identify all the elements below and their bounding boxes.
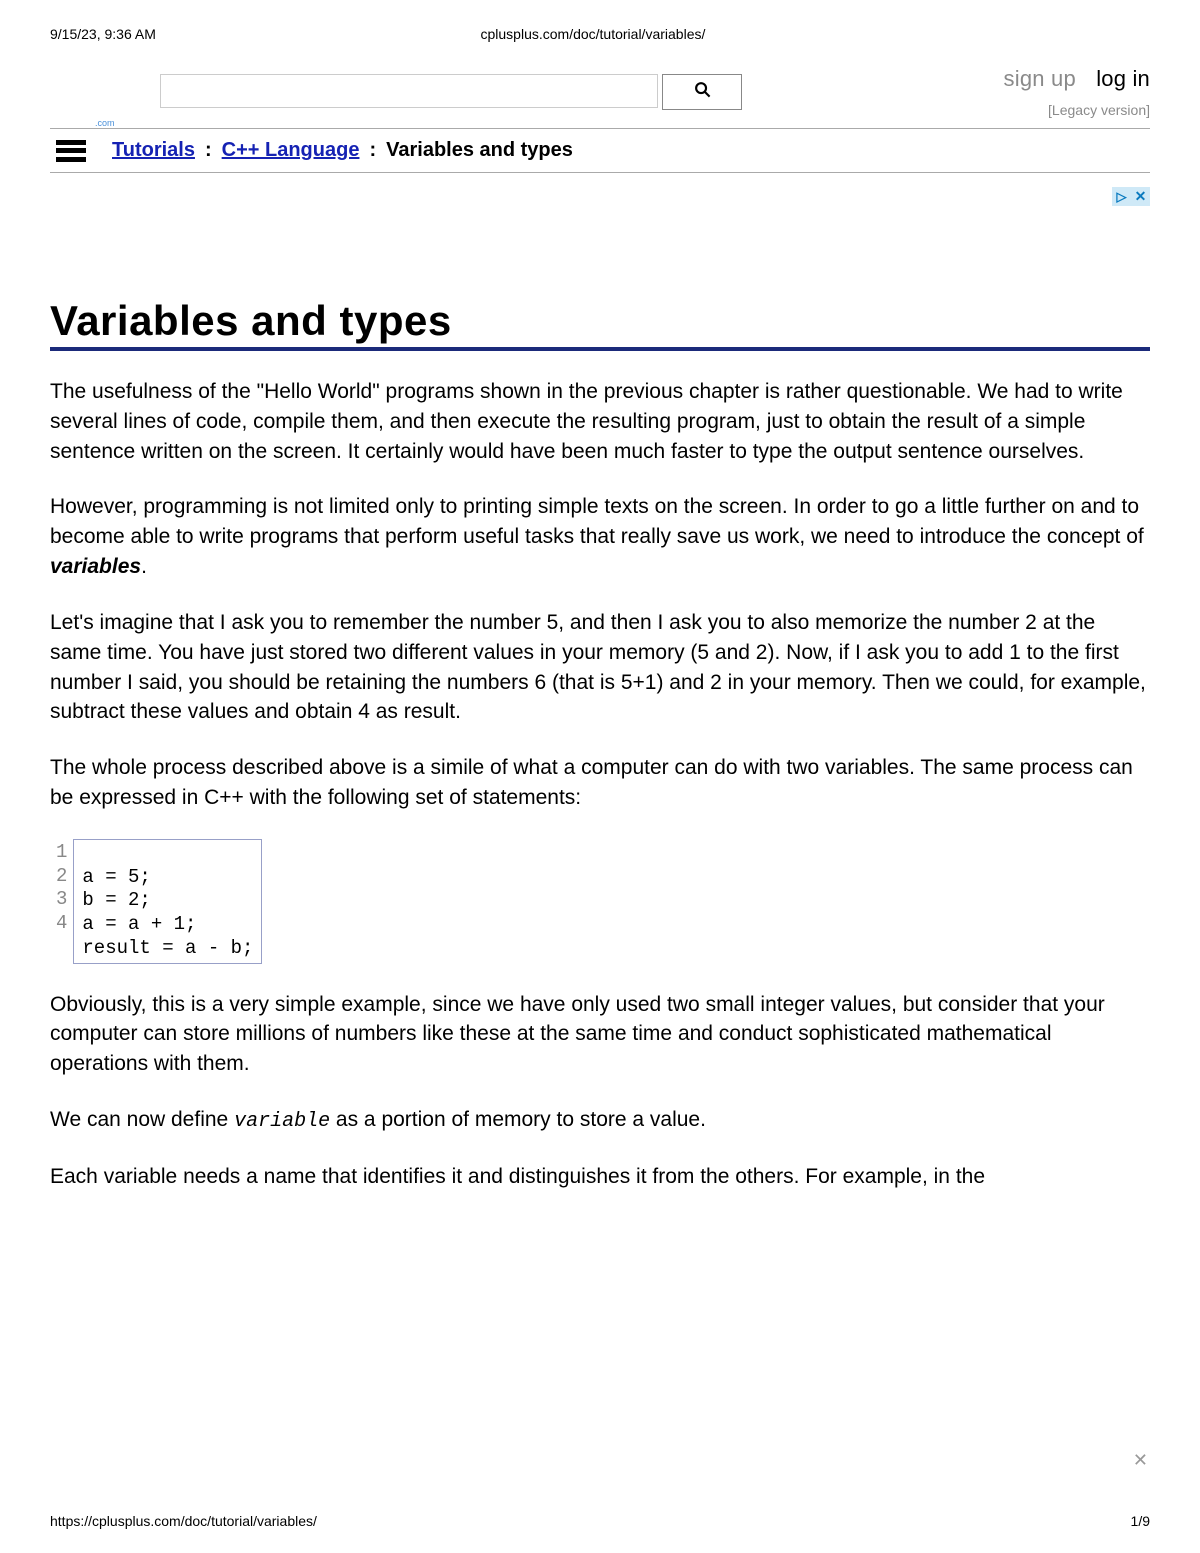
breadcrumb-sep: : <box>369 139 376 162</box>
paragraph: The usefulness of the "Hello World" prog… <box>50 377 1150 466</box>
paragraph: The whole process described above is a s… <box>50 753 1150 813</box>
search-button[interactable] <box>662 74 742 110</box>
signup-link[interactable]: sign up <box>1004 66 1076 91</box>
paragraph: However, programming is not limited only… <box>50 492 1150 581</box>
search-form <box>160 74 742 110</box>
paragraph: Let's imagine that I ask you to remember… <box>50 608 1150 727</box>
paragraph: Each variable needs a name that identifi… <box>50 1162 1150 1192</box>
line-number: 4 <box>56 912 67 936</box>
adchoices-badge: ▷ ✕ <box>1112 187 1150 206</box>
code-line-numbers: 1 2 3 4 <box>50 839 73 964</box>
text: However, programming is not limited only… <box>50 495 1144 548</box>
code-block: 1 2 3 4 a = 5; b = 2; a = a + 1; result … <box>50 839 1150 964</box>
search-icon <box>694 81 711 103</box>
article: Variables and types The usefulness of th… <box>0 297 1200 1192</box>
paragraph: Obviously, this is a very simple example… <box>50 990 1150 1079</box>
page-title: Variables and types <box>50 297 1150 351</box>
auth-links: sign up log in [Legacy version] <box>1004 66 1150 118</box>
paragraph: We can now define variable as a portion … <box>50 1105 1150 1136</box>
breadcrumb-tutorials[interactable]: Tutorials <box>112 139 195 162</box>
ad-close-icon[interactable]: ✕ <box>1131 187 1150 206</box>
print-footer: https://cplusplus.com/doc/tutorial/varia… <box>50 1513 1150 1529</box>
adchoices-icon[interactable]: ▷ <box>1112 187 1131 206</box>
legacy-link[interactable]: [Legacy version] <box>1048 102 1150 118</box>
print-timestamp: 9/15/23, 9:36 AM <box>50 26 156 42</box>
floating-close-icon[interactable]: ✕ <box>1133 1450 1148 1471</box>
keyword-variables: variables <box>50 555 141 578</box>
line-number: 3 <box>56 888 67 912</box>
inline-code-variable: variable <box>234 1110 330 1133</box>
top-bar: .com sign up log in [Legacy version] <box>0 48 1200 122</box>
text: as a portion of memory to store a value. <box>330 1108 706 1131</box>
code-line: a = a + 1; <box>82 913 196 935</box>
print-header: 9/15/23, 9:36 AM cplusplus.com/doc/tutor… <box>0 0 1200 48</box>
breadcrumb-sep: : <box>205 139 212 162</box>
print-header-spacer <box>1030 26 1150 42</box>
site-logo-fragment: .com <box>95 118 115 128</box>
text: . <box>141 555 147 578</box>
breadcrumb: Tutorials : C++ Language : Variables and… <box>0 129 1200 172</box>
breadcrumb-cpp[interactable]: C++ Language <box>222 139 360 162</box>
code-line: result = a - b; <box>82 937 253 959</box>
print-url-short: cplusplus.com/doc/tutorial/variables/ <box>480 26 705 42</box>
search-input[interactable] <box>160 74 658 108</box>
line-number: 2 <box>56 865 67 889</box>
ad-region: ▷ ✕ <box>0 173 1200 283</box>
code-line: a = 5; <box>82 866 150 888</box>
login-link[interactable]: log in <box>1096 66 1150 91</box>
text: We can now define <box>50 1108 234 1131</box>
footer-page: 1/9 <box>1131 1513 1150 1529</box>
line-number: 1 <box>56 841 67 865</box>
code-line: b = 2; <box>82 889 150 911</box>
hamburger-icon[interactable] <box>56 140 86 162</box>
code-source: a = 5; b = 2; a = a + 1; result = a - b; <box>73 839 262 964</box>
breadcrumb-current: Variables and types <box>386 139 573 162</box>
footer-url: https://cplusplus.com/doc/tutorial/varia… <box>50 1513 317 1529</box>
